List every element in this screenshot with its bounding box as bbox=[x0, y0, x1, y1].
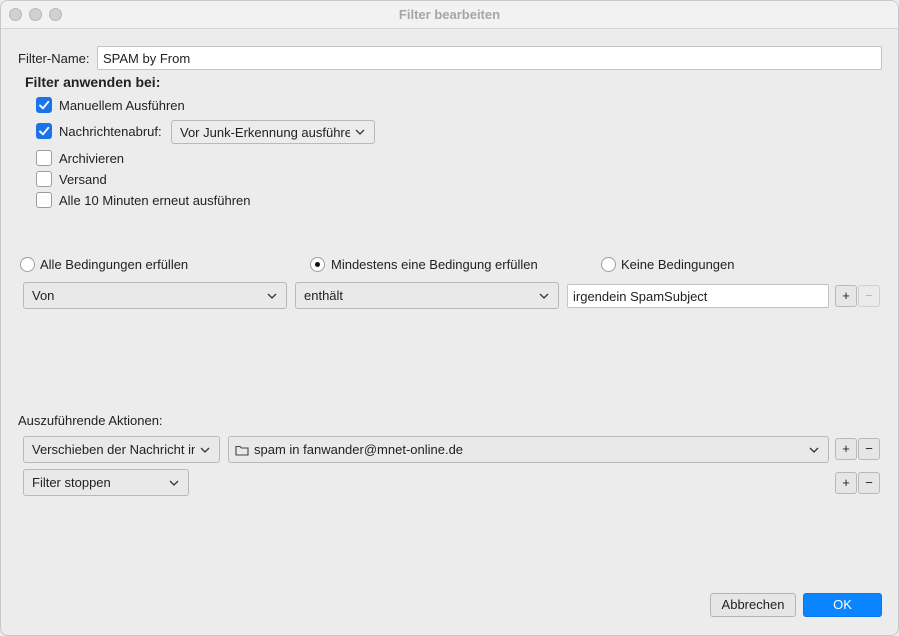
condition-operator-select[interactable]: enthält bbox=[295, 282, 559, 309]
archive-checkbox[interactable] bbox=[36, 150, 52, 166]
send-checkbox[interactable] bbox=[36, 171, 52, 187]
chevron-down-icon bbox=[809, 447, 819, 453]
apply-heading: Filter anwenden bei: bbox=[25, 74, 161, 90]
add-action-button[interactable]: + bbox=[835, 472, 857, 494]
radio-selected-dot bbox=[315, 262, 320, 267]
chevron-down-icon bbox=[200, 447, 210, 453]
ok-button[interactable]: OK bbox=[803, 593, 882, 617]
window-title: Filter bearbeiten bbox=[398, 7, 501, 22]
condition-value-input[interactable]: irgendein SpamSubject bbox=[567, 284, 829, 308]
add-condition-button[interactable]: + bbox=[835, 285, 857, 307]
cancel-button[interactable]: Abbrechen bbox=[710, 593, 796, 617]
folder-icon bbox=[235, 445, 249, 456]
match-all-label: Alle Bedingungen erfüllen bbox=[40, 257, 189, 272]
action-1-target-value: spam in fanwander@mnet-online.de bbox=[254, 442, 464, 457]
match-any-radio[interactable] bbox=[310, 257, 325, 272]
condition-field-value: Von bbox=[32, 288, 55, 303]
action-1-value: Verschieben der Nachricht in: bbox=[32, 442, 195, 457]
filter-name-label: Filter-Name: bbox=[18, 51, 90, 66]
action-1-select[interactable]: Verschieben der Nachricht in: bbox=[23, 436, 220, 463]
archive-label: Archivieren bbox=[59, 151, 125, 166]
checkmark-icon bbox=[39, 100, 50, 110]
match-none-label: Keine Bedingungen bbox=[621, 257, 735, 272]
actions-label: Auszuführende Aktionen: bbox=[18, 413, 163, 428]
filter-dialog-window: Filter bearbeiten Filter-Name: SPAM by F… bbox=[0, 0, 899, 636]
add-action-button[interactable]: + bbox=[835, 438, 857, 460]
chevron-down-icon bbox=[267, 293, 277, 299]
match-none-radio[interactable] bbox=[601, 257, 616, 272]
manual-run-label: Manuellem Ausführen bbox=[59, 98, 185, 113]
title-bar: Filter bearbeiten bbox=[1, 1, 898, 29]
periodic-label: Alle 10 Minuten erneut ausführen bbox=[59, 193, 251, 208]
match-all-radio[interactable] bbox=[20, 257, 35, 272]
remove-condition-button[interactable]: − bbox=[858, 285, 880, 307]
manual-run-checkbox[interactable] bbox=[36, 97, 52, 113]
condition-field-select[interactable]: Von bbox=[23, 282, 287, 309]
filter-name-input[interactable]: SPAM by From bbox=[97, 46, 882, 70]
match-any-label: Mindestens eine Bedingung erfüllen bbox=[331, 257, 538, 272]
remove-action-button[interactable]: − bbox=[858, 438, 880, 460]
chevron-down-icon bbox=[355, 129, 365, 135]
action-2-select[interactable]: Filter stoppen bbox=[23, 469, 189, 496]
fetch-mode-select[interactable]: Vor Junk-Erkennung ausführen bbox=[171, 120, 375, 144]
send-label: Versand bbox=[59, 172, 107, 187]
fetch-mode-value: Vor Junk-Erkennung ausführen bbox=[180, 124, 350, 140]
condition-value-text: irgendein SpamSubject bbox=[573, 288, 708, 304]
action-1-target-select[interactable]: spam in fanwander@mnet-online.de bbox=[228, 436, 829, 463]
periodic-checkbox[interactable] bbox=[36, 192, 52, 208]
checkmark-icon bbox=[39, 126, 50, 136]
action-2-value: Filter stoppen bbox=[32, 475, 111, 490]
remove-action-button[interactable]: − bbox=[858, 472, 880, 494]
filter-name-value: SPAM by From bbox=[103, 50, 191, 66]
fetch-label: Nachrichtenabruf: bbox=[59, 124, 162, 139]
chevron-down-icon bbox=[169, 480, 179, 486]
chevron-down-icon bbox=[539, 293, 549, 299]
condition-operator-value: enthält bbox=[304, 288, 344, 303]
fetch-checkbox[interactable] bbox=[36, 123, 52, 139]
